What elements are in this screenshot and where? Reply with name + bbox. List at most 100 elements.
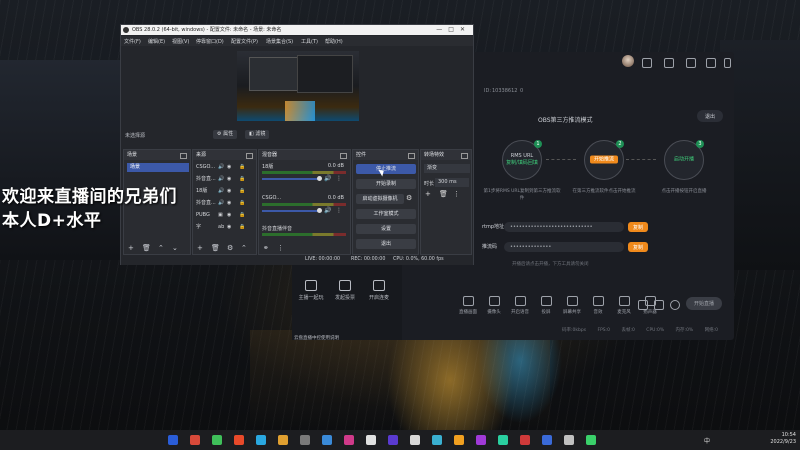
go-live-button[interactable]: 开始直播	[686, 297, 722, 310]
vote-item[interactable]: 发起投票	[328, 280, 362, 301]
taskbar-app-icon[interactable]	[542, 435, 552, 445]
lock-icon[interactable]: 🔒	[239, 163, 245, 172]
taskbar-app-icon[interactable]	[256, 435, 266, 445]
ime-indicator[interactable]: 中	[704, 436, 710, 445]
start-recording-button[interactable]: 开始录制	[356, 179, 416, 189]
tool-item[interactable]: 摄像头	[482, 296, 506, 315]
trash-icon[interactable]: 🗑	[142, 244, 151, 252]
more-icon[interactable]: ⋮	[453, 190, 460, 198]
add-icon[interactable]: +	[128, 244, 134, 252]
preview-canvas[interactable]	[237, 51, 359, 121]
tool-item[interactable]: 音效	[586, 296, 610, 315]
menu-docks[interactable]: 停靠窗口(D)	[196, 38, 224, 45]
properties-button[interactable]: ⚙ 属性	[213, 130, 238, 139]
source-item[interactable]: 18版 🔊 ◉ 🔒	[196, 187, 254, 196]
volume-slider[interactable]	[262, 176, 322, 181]
stream-key-field[interactable]: ••••••••••••••	[504, 242, 624, 252]
clock[interactable]: 10:54 2022/9/23	[770, 432, 796, 446]
gear-icon[interactable]: ⚙	[406, 194, 412, 202]
taskbar-app-icon[interactable]	[300, 435, 310, 445]
shirt-icon[interactable]	[686, 58, 696, 68]
more-icon[interactable]: ⋮	[336, 175, 342, 182]
eye-icon[interactable]: ◉	[227, 211, 231, 220]
speaker-icon[interactable]: 🔊	[324, 207, 331, 214]
menu-tools[interactable]: 工具(T)	[301, 38, 318, 45]
lock-icon[interactable]	[664, 58, 674, 68]
gear-icon[interactable]: ⚙	[227, 244, 233, 252]
lock-icon[interactable]: 🔒	[239, 223, 245, 232]
record-icon[interactable]	[638, 300, 648, 310]
filters-button[interactable]: ◧ 滤镜	[245, 130, 270, 139]
menu-view[interactable]: 视图(V)	[172, 38, 189, 45]
link-icon[interactable]: ⚭	[263, 244, 269, 252]
speaker-icon[interactable]: 🔊	[324, 175, 331, 182]
chevron-up-icon[interactable]: ⌃	[241, 244, 247, 252]
eye-icon[interactable]: ◉	[227, 175, 231, 184]
eye-icon[interactable]: ◉	[227, 223, 231, 232]
eye-icon[interactable]: ◉	[227, 163, 231, 172]
taskbar-app-icon[interactable]	[322, 435, 332, 445]
menu-edit[interactable]: 编辑(E)	[148, 38, 165, 45]
menu-scene-collection[interactable]: 场景集合(S)	[266, 38, 293, 45]
duration-input[interactable]: 300 ms	[435, 178, 469, 187]
scene-item[interactable]: 场景	[127, 163, 189, 172]
undock-icon[interactable]	[340, 153, 347, 159]
tool-item[interactable]: 麦克风	[612, 296, 636, 315]
avatar[interactable]	[622, 55, 634, 67]
taskbar-app-icon[interactable]	[388, 435, 398, 445]
chevron-down-icon[interactable]: ⌄	[172, 244, 178, 252]
gear-icon[interactable]	[670, 300, 680, 310]
menu-help[interactable]: 帮助(H)	[325, 38, 343, 45]
rtmp-copy-button[interactable]: 复制	[628, 222, 648, 232]
add-icon[interactable]: +	[197, 244, 203, 252]
obs-titlebar[interactable]: OBS 28.0.2 (64-bit, windows) - 配置文件: 未命名…	[121, 25, 473, 35]
taskbar-app-icon[interactable]	[476, 435, 486, 445]
taskbar-app-icon[interactable]	[366, 435, 376, 445]
undock-icon[interactable]	[180, 153, 187, 159]
volume-slider[interactable]	[262, 208, 322, 213]
taskbar-app-icon[interactable]	[520, 435, 530, 445]
source-item[interactable]: PUBG ▣ ◉ 🔒	[196, 211, 254, 220]
taskbar-app-icon[interactable]	[564, 435, 574, 445]
lock-icon[interactable]: 🔒	[239, 199, 245, 208]
gift-icon[interactable]	[642, 58, 652, 68]
studio-mode-button[interactable]: 工作室模式	[356, 209, 416, 219]
more-icon[interactable]: ⋮	[336, 207, 342, 214]
undock-icon[interactable]	[246, 153, 253, 159]
source-item[interactable]: 抖音直... 🔊 ◉ 🔒	[196, 175, 254, 184]
taskbar-app-icon[interactable]	[454, 435, 464, 445]
taskbar-app-icon[interactable]	[278, 435, 288, 445]
tool-item[interactable]: 开启语音	[508, 296, 532, 315]
source-item[interactable]: 抖音直... 🔊 ◉ 🔒	[196, 199, 254, 208]
lock-icon[interactable]: 🔒	[239, 211, 245, 220]
taskbar-app-icon[interactable]	[168, 435, 178, 445]
stream-key-copy-button[interactable]: 复制	[628, 242, 648, 252]
taskbar-app-icon[interactable]	[410, 435, 420, 445]
eye-icon[interactable]: ◉	[227, 187, 231, 196]
link-mic-item[interactable]: 开启连麦	[362, 280, 396, 301]
lock-icon[interactable]: 🔒	[239, 175, 245, 184]
more-icon[interactable]: ⋮	[277, 244, 284, 252]
undock-icon[interactable]	[461, 153, 468, 159]
slider-knob[interactable]	[317, 208, 322, 213]
exit-button[interactable]: 退出	[697, 110, 723, 122]
chevron-up-icon[interactable]: ⌃	[158, 244, 164, 252]
taskbar-app-icon[interactable]	[432, 435, 442, 445]
window-controls[interactable]: —□✕	[436, 25, 471, 35]
add-icon[interactable]: +	[425, 190, 431, 198]
rtmp-field[interactable]: ••••••••••••••••••••••••••••	[504, 222, 624, 232]
source-item[interactable]: CSGO... 🔊 ◉ 🔒	[196, 163, 254, 172]
eye-icon[interactable]	[654, 300, 664, 310]
bell-icon[interactable]	[706, 58, 716, 68]
tool-item[interactable]: 屏幕共享	[560, 296, 584, 315]
undock-icon[interactable]	[408, 153, 415, 159]
lock-icon[interactable]: 🔒	[239, 187, 245, 196]
tool-item[interactable]: 直播画面	[456, 296, 480, 315]
taskbar-app-icon[interactable]	[586, 435, 596, 445]
taskbar-app-icon[interactable]	[498, 435, 508, 445]
taskbar-app-icon[interactable]	[212, 435, 222, 445]
guide-link[interactable]: 云盘直播中控使用说明	[294, 335, 339, 341]
source-item[interactable]: 字 ab ◉ 🔒	[196, 223, 254, 232]
trash-icon[interactable]: 🗑	[211, 244, 220, 252]
menu-profile[interactable]: 配置文件(P)	[231, 38, 258, 45]
